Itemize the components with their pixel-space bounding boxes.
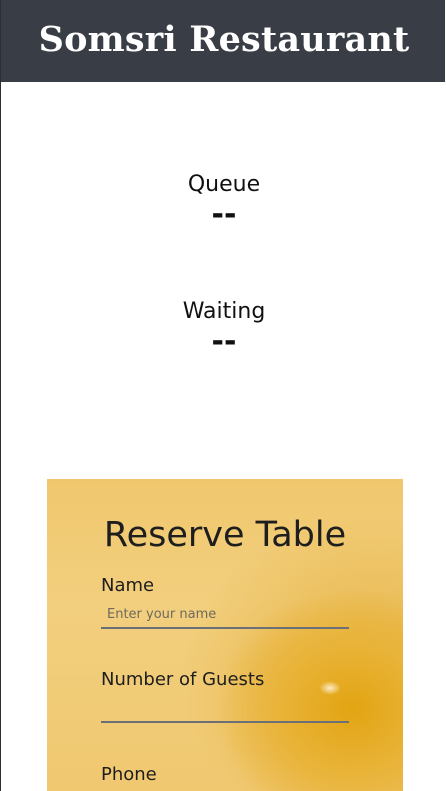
waiting-stat: Waiting -- bbox=[1, 299, 445, 359]
guests-field-group: Number of Guests bbox=[101, 669, 349, 723]
queue-value: -- bbox=[211, 197, 237, 232]
guests-input[interactable] bbox=[101, 695, 349, 723]
waiting-value: -- bbox=[211, 324, 237, 359]
queue-stat: Queue -- bbox=[1, 172, 445, 232]
phone-field-group: Phone bbox=[101, 764, 349, 791]
app-header: Somsri Restaurant bbox=[1, 0, 445, 82]
app-frame: Somsri Restaurant Queue -- Waiting -- Re… bbox=[0, 0, 445, 791]
name-label: Name bbox=[101, 575, 155, 596]
guests-label: Number of Guests bbox=[101, 669, 265, 690]
restaurant-title: Somsri Restaurant bbox=[38, 18, 410, 60]
name-input[interactable] bbox=[101, 601, 349, 629]
waiting-label: Waiting bbox=[182, 299, 266, 324]
phone-label: Phone bbox=[101, 764, 157, 785]
queue-label: Queue bbox=[187, 172, 261, 197]
name-field-group: Name bbox=[101, 575, 349, 629]
reserve-table-card: Reserve Table Name Number of Guests Phon… bbox=[47, 479, 403, 791]
reserve-table-title: Reserve Table bbox=[103, 515, 347, 555]
